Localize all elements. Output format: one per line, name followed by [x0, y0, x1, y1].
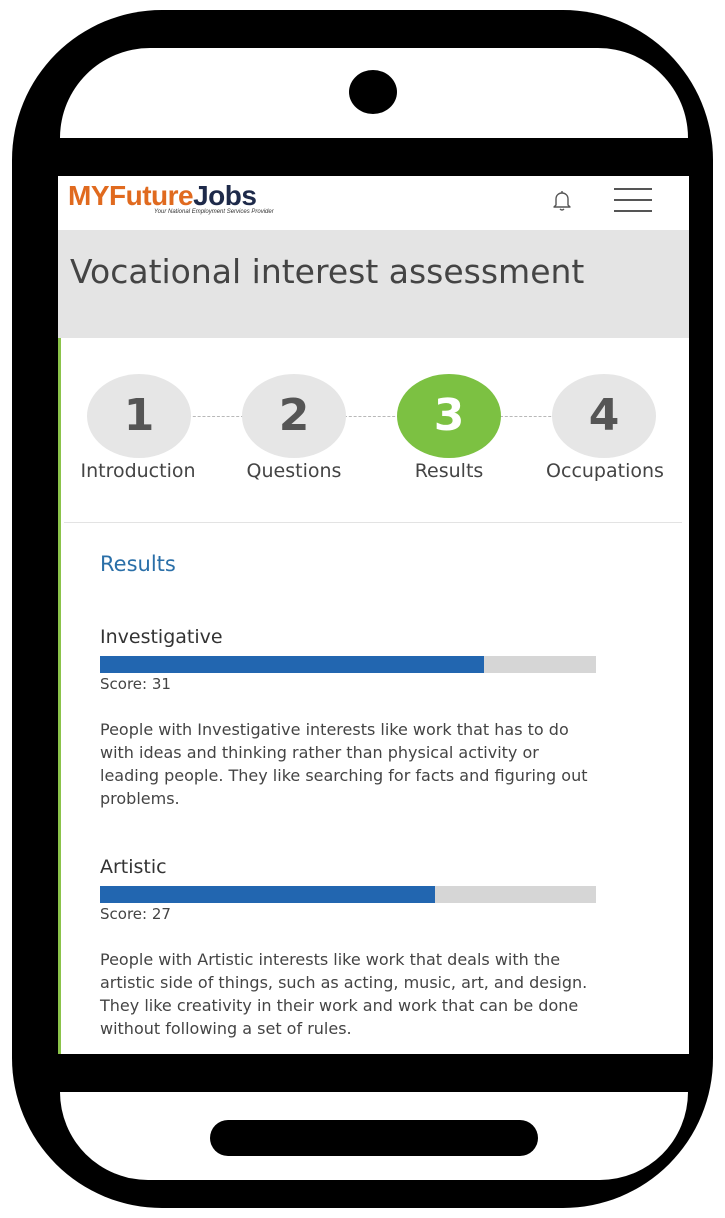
step-2-circle[interactable]: 2 — [242, 374, 346, 458]
score-text: Score: 31 — [100, 675, 171, 693]
step-2-label[interactable]: Questions — [214, 460, 374, 482]
hamburger-menu-icon[interactable] — [614, 186, 652, 214]
logo-text-my: MY — [68, 180, 110, 211]
result-description: People with Investigative interests like… — [100, 720, 588, 808]
score-bar-fill — [100, 656, 485, 673]
bell-icon[interactable] — [550, 188, 574, 212]
score-text: Score: 27 — [100, 905, 171, 923]
assessment-stepper: 1 2 3 4 Introduction Questions Results O… — [58, 338, 689, 522]
myfuturejobs-logo[interactable]: MYFutureJobs — [68, 180, 257, 212]
step-1-label[interactable]: Introduction — [58, 460, 218, 482]
step-connector — [500, 416, 556, 417]
home-button[interactable] — [210, 1120, 538, 1156]
result-description: People with Artistic interests like work… — [100, 950, 588, 1038]
page-title: Vocational interest assessment — [70, 252, 585, 291]
step-4-label[interactable]: Occupations — [525, 460, 685, 482]
score-bar — [100, 886, 596, 903]
step-3-label[interactable]: Results — [369, 460, 529, 482]
result-name: Artistic — [100, 856, 167, 878]
results-heading: Results — [100, 552, 176, 576]
step-3-circle[interactable]: 3 — [397, 374, 501, 458]
step-1-circle[interactable]: 1 — [87, 374, 191, 458]
section-divider — [64, 522, 682, 523]
score-bar — [100, 656, 596, 673]
logo-text-future: Future — [109, 180, 194, 211]
logo-text-jobs: Jobs — [193, 180, 257, 211]
title-band: Vocational interest assessment — [58, 230, 689, 338]
step-4-circle[interactable]: 4 — [552, 374, 656, 458]
camera-icon — [349, 70, 397, 114]
step-connector — [344, 416, 400, 417]
score-bar-fill — [100, 886, 435, 903]
result-name: Investigative — [100, 626, 223, 648]
logo-tagline: Your National Employment Services Provid… — [154, 209, 274, 215]
phone-screen: MYFutureJobs Your National Employment Se… — [58, 176, 689, 1054]
step-connector — [188, 416, 244, 417]
app-header: MYFutureJobs Your National Employment Se… — [58, 176, 689, 230]
